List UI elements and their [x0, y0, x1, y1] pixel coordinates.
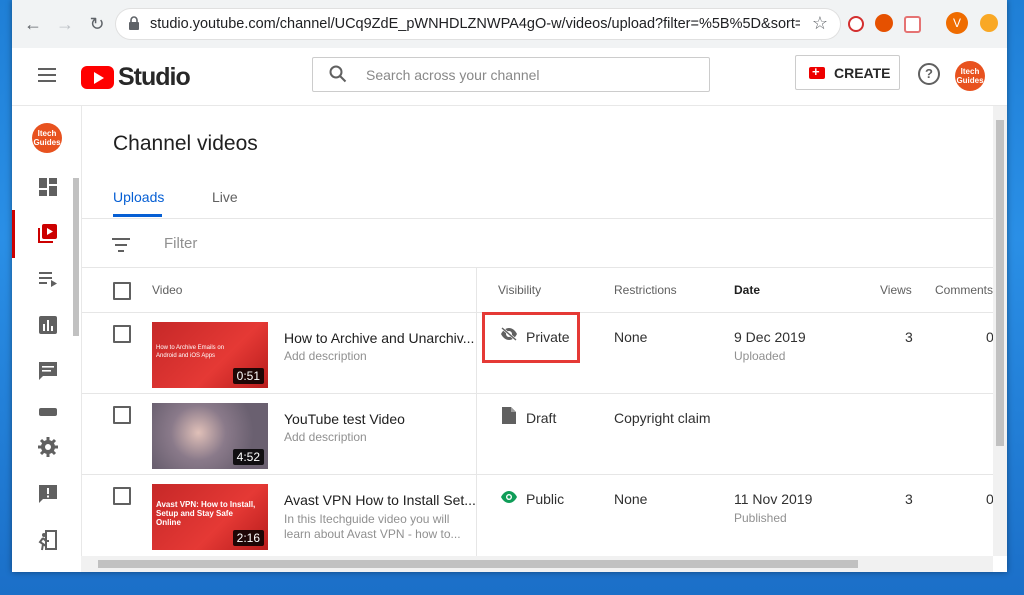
search-box[interactable]: Search across your channel: [312, 57, 710, 92]
studio-logo[interactable]: Studio: [81, 63, 191, 92]
video-description[interactable]: Add description: [284, 349, 464, 364]
search-placeholder: Search across your channel: [366, 67, 540, 83]
row-checkbox[interactable]: [113, 487, 131, 505]
date-value: 11 Nov 2019: [734, 491, 813, 507]
thumbnail-text: How to Archive Emails on Android and iOS…: [156, 345, 225, 359]
divider: [82, 218, 994, 219]
menu-icon[interactable]: [38, 68, 56, 82]
selected-indicator: [12, 210, 15, 258]
divider: [82, 474, 994, 475]
browser-toolbar: ← → ↻ studio.youtube.com/channel/UCq9ZdE…: [12, 0, 1007, 49]
create-button[interactable]: CREATE: [795, 55, 900, 90]
create-label: CREATE: [834, 65, 891, 81]
visibility-value[interactable]: Draft: [526, 410, 556, 426]
sidebar-scrollbar[interactable]: [73, 178, 79, 336]
row-checkbox[interactable]: [113, 325, 131, 343]
extension-basketball-icon[interactable]: [875, 14, 893, 32]
tab-live[interactable]: Live: [212, 189, 238, 205]
extension-lastpass-icon[interactable]: [848, 16, 864, 32]
highlight-box: [482, 312, 580, 363]
column-header-views[interactable]: Views: [880, 283, 912, 297]
analytics-icon[interactable]: [37, 314, 59, 336]
video-title[interactable]: Avast VPN How to Install Set...: [284, 492, 476, 508]
feedback-icon[interactable]: [37, 483, 59, 505]
horizontal-scrollbar[interactable]: [81, 556, 993, 572]
thumbnail-text: Avast VPN: How to Install, Setup and Sta…: [156, 500, 256, 527]
video-duration: 2:16: [232, 530, 264, 546]
select-all-checkbox[interactable]: [113, 282, 131, 300]
column-header-restrictions[interactable]: Restrictions: [614, 283, 677, 297]
left-sidebar: Itech Guides: [12, 106, 80, 572]
views-value: 3: [905, 329, 913, 345]
extension-shield-icon[interactable]: [904, 16, 921, 33]
help-icon[interactable]: ?: [918, 63, 940, 85]
address-bar[interactable]: studio.youtube.com/channel/UCq9ZdE_pWNHD…: [116, 9, 840, 39]
exit-icon[interactable]: [37, 529, 59, 551]
reload-icon[interactable]: ↻: [86, 13, 108, 35]
filter-input[interactable]: Filter: [164, 235, 197, 252]
video-thumbnail[interactable]: 4:52: [152, 403, 268, 469]
search-icon: [329, 65, 347, 83]
active-tab-indicator: [113, 214, 162, 217]
profile-avatar[interactable]: V: [946, 12, 968, 34]
bookmark-star-icon[interactable]: ☆: [812, 13, 828, 34]
column-header-comments[interactable]: Comments: [935, 283, 993, 297]
video-title[interactable]: YouTube test Video: [284, 411, 405, 427]
date-status: Published: [734, 511, 787, 525]
eye-icon: [501, 491, 517, 503]
views-value: 3: [905, 491, 913, 507]
studio-header: Studio Search across your channel CREATE…: [12, 48, 1007, 106]
restrictions-value: None: [614, 329, 648, 345]
row-checkbox[interactable]: [113, 406, 131, 424]
column-header-visibility[interactable]: Visibility: [498, 283, 541, 297]
video-description[interactable]: In this Itechguide video you will learn …: [284, 512, 464, 542]
tab-uploads[interactable]: Uploads: [113, 189, 164, 205]
divider: [82, 267, 994, 268]
subtitles-icon[interactable]: [37, 406, 59, 416]
video-title[interactable]: How to Archive and Unarchiv...: [284, 330, 474, 346]
account-avatar[interactable]: Itech Guides: [955, 61, 985, 91]
settings-icon[interactable]: [37, 436, 59, 458]
forward-arrow-icon[interactable]: →: [54, 13, 76, 35]
video-thumbnail[interactable]: Avast VPN: How to Install, Setup and Sta…: [152, 484, 268, 550]
scroll-thumb[interactable]: [98, 560, 858, 568]
draft-document-icon: [502, 407, 516, 424]
back-arrow-icon[interactable]: ←: [22, 13, 44, 35]
page-title: Channel videos: [113, 132, 258, 155]
filter-icon[interactable]: [112, 238, 130, 256]
vertical-scrollbar[interactable]: [993, 106, 1007, 556]
lock-icon: [129, 16, 139, 30]
restrictions-value: None: [614, 491, 648, 507]
scroll-thumb[interactable]: [996, 120, 1004, 446]
youtube-play-icon: [81, 66, 114, 89]
divider: [82, 393, 994, 394]
url-text: studio.youtube.com/channel/UCq9ZdE_pWNHD…: [150, 16, 800, 32]
column-header-date[interactable]: Date: [734, 283, 760, 297]
logo-text: Studio: [118, 63, 191, 91]
date-value: 9 Dec 2019: [734, 329, 806, 345]
update-indicator-icon[interactable]: [980, 14, 998, 32]
column-separator: [476, 268, 477, 556]
comments-icon[interactable]: [37, 360, 59, 382]
channel-avatar[interactable]: Itech Guides: [32, 123, 62, 153]
browser-window: ← → ↻ studio.youtube.com/channel/UCq9ZdE…: [12, 0, 1007, 572]
videos-icon[interactable]: [37, 222, 59, 244]
column-header-video[interactable]: Video: [152, 283, 182, 297]
date-status: Uploaded: [734, 349, 786, 363]
video-thumbnail[interactable]: How to Archive Emails on Android and iOS…: [152, 322, 268, 388]
dashboard-icon[interactable]: [37, 176, 59, 198]
video-duration: 4:52: [232, 449, 264, 465]
main-content: Channel videos Uploads Live Filter Video…: [81, 106, 994, 556]
restrictions-value[interactable]: Copyright claim: [614, 410, 710, 426]
create-video-icon: [809, 64, 825, 79]
video-description[interactable]: Add description: [284, 430, 464, 445]
playlists-icon[interactable]: [37, 268, 59, 290]
video-duration: 0:51: [232, 368, 264, 384]
visibility-value[interactable]: Public: [526, 491, 564, 507]
